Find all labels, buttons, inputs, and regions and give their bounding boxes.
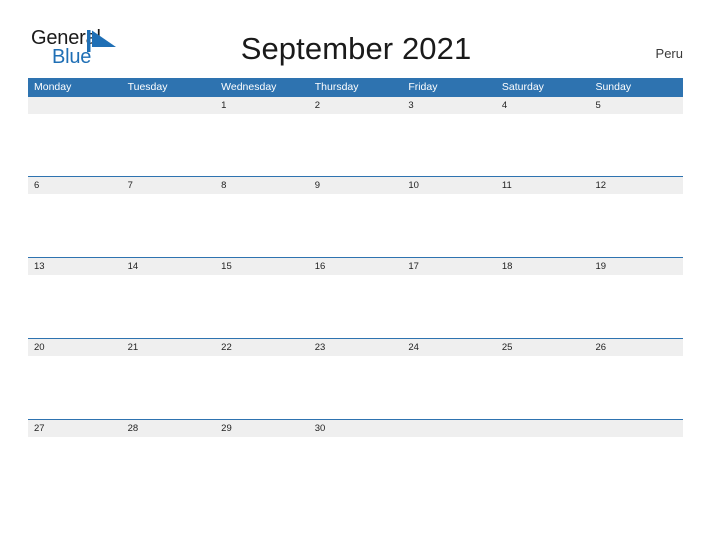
day-cell[interactable] — [28, 97, 122, 114]
day-cell[interactable]: 13 — [28, 258, 122, 275]
day-cell[interactable]: 10 — [402, 177, 496, 194]
day-cell[interactable]: 29 — [215, 420, 309, 437]
day-cell[interactable]: 14 — [122, 258, 216, 275]
day-cell[interactable]: 25 — [496, 339, 590, 356]
week-row: 6 7 8 9 10 11 12 — [28, 176, 683, 257]
day-cell[interactable]: 6 — [28, 177, 122, 194]
date-number-strip: 6 7 8 9 10 11 12 — [28, 176, 683, 194]
weekday-header-thursday: Thursday — [314, 81, 359, 93]
day-cell[interactable] — [122, 97, 216, 114]
day-cell[interactable]: 3 — [402, 97, 496, 114]
date-number-strip: 20 21 22 23 24 25 26 — [28, 338, 683, 356]
day-cell[interactable]: 28 — [122, 420, 216, 437]
day-cell[interactable]: 22 — [215, 339, 309, 356]
date-number-strip: 1 2 3 4 5 — [28, 96, 683, 114]
day-cell[interactable]: 1 — [215, 97, 309, 114]
day-cell[interactable]: 23 — [309, 339, 403, 356]
date-number-strip: 13 14 15 16 17 18 19 — [28, 257, 683, 275]
day-cell[interactable]: 9 — [309, 177, 403, 194]
day-cell[interactable] — [402, 420, 496, 437]
day-cell[interactable]: 20 — [28, 339, 122, 356]
date-number-strip: 27 28 29 30 — [28, 419, 683, 437]
weekday-header-friday: Friday — [408, 81, 438, 93]
day-cell[interactable]: 11 — [496, 177, 590, 194]
week-row: 13 14 15 16 17 18 19 — [28, 257, 683, 338]
day-cell[interactable]: 26 — [589, 339, 683, 356]
page-header: General Blue September 2021 Peru — [0, 0, 712, 78]
week-event-area[interactable] — [28, 356, 683, 419]
day-cell[interactable]: 8 — [215, 177, 309, 194]
day-cell[interactable]: 27 — [28, 420, 122, 437]
calendar-grid: Monday Tuesday Wednesday Thursday Friday… — [28, 78, 683, 500]
weekday-header-row: Monday Tuesday Wednesday Thursday Friday… — [28, 78, 683, 96]
day-cell[interactable]: 2 — [309, 97, 403, 114]
day-cell[interactable]: 12 — [589, 177, 683, 194]
page-title: September 2021 — [240, 31, 472, 66]
weekday-header-saturday: Saturday — [501, 81, 544, 93]
day-cell[interactable]: 24 — [402, 339, 496, 356]
calendar-page: General Blue September 2021 Peru Monday … — [0, 0, 712, 550]
week-event-area[interactable] — [28, 275, 683, 338]
day-cell[interactable]: 17 — [402, 258, 496, 275]
week-row: 1 2 3 4 5 — [28, 96, 683, 177]
day-cell[interactable]: 18 — [496, 258, 590, 275]
day-cell[interactable] — [496, 420, 590, 437]
weekday-header-tuesday: Tuesday — [127, 81, 168, 93]
day-cell[interactable]: 30 — [309, 420, 403, 437]
country-label: Peru — [655, 46, 683, 61]
day-cell[interactable] — [589, 420, 683, 437]
day-cell[interactable]: 21 — [122, 339, 216, 356]
day-cell[interactable]: 16 — [309, 258, 403, 275]
week-event-area[interactable] — [28, 437, 683, 500]
weekday-header-monday: Monday — [34, 81, 72, 93]
weekday-header-sunday: Sunday — [595, 81, 632, 93]
week-event-area[interactable] — [28, 194, 683, 257]
day-cell[interactable]: 5 — [589, 97, 683, 114]
day-cell[interactable]: 19 — [589, 258, 683, 275]
day-cell[interactable]: 15 — [215, 258, 309, 275]
day-cell[interactable]: 7 — [122, 177, 216, 194]
weekday-header-wednesday: Wednesday — [221, 81, 277, 93]
week-row: 27 28 29 30 — [28, 419, 683, 500]
week-event-area[interactable] — [28, 114, 683, 177]
week-row: 20 21 22 23 24 25 26 — [28, 338, 683, 419]
day-cell[interactable]: 4 — [496, 97, 590, 114]
